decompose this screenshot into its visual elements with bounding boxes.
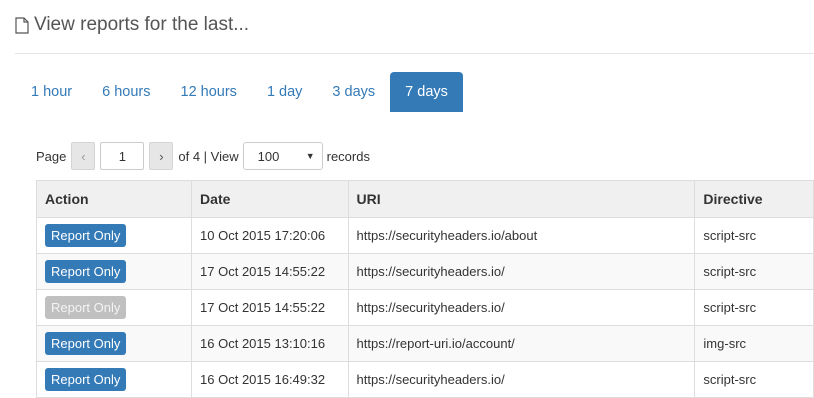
- date-cell: 17 Oct 2015 14:55:22: [191, 289, 349, 326]
- uri-cell: https://securityheaders.io/about: [347, 217, 696, 254]
- records-label: records: [326, 148, 370, 164]
- uri-cell: https://securityheaders.io/: [347, 361, 696, 398]
- column-header-date[interactable]: Date: [191, 180, 349, 218]
- tab-1-hour[interactable]: 1 hour: [16, 72, 87, 112]
- prev-page-button[interactable]: ‹: [71, 142, 96, 170]
- action-cell: Report Only: [35, 253, 193, 290]
- caret-down-icon: ▼: [305, 151, 315, 161]
- uri-cell: https://securityheaders.io/: [347, 289, 696, 326]
- action-cell: Report Only: [35, 217, 193, 254]
- directive-cell: script-src: [694, 289, 814, 326]
- tab-6-hours[interactable]: 6 hours: [87, 72, 165, 112]
- directive-cell: script-src: [694, 217, 814, 254]
- date-cell: 17 Oct 2015 14:55:22: [191, 253, 349, 290]
- directive-cell: script-src: [694, 253, 814, 290]
- report-only-button[interactable]: Report Only: [45, 368, 127, 391]
- report-only-button-disabled: Report Only: [45, 296, 127, 319]
- uri-cell: https://securityheaders.io/: [347, 253, 696, 290]
- action-cell: Report Only: [35, 289, 193, 326]
- report-only-button[interactable]: Report Only: [45, 332, 127, 355]
- date-cell: 16 Oct 2015 16:49:32: [191, 361, 349, 398]
- action-cell: Report Only: [35, 325, 193, 362]
- table-row: Report Only 16 Oct 2015 16:49:32 https:/…: [35, 361, 814, 398]
- divider: [15, 53, 814, 54]
- page-number-input[interactable]: [100, 142, 145, 170]
- records-per-page-select[interactable]: 100 ▼: [242, 142, 323, 170]
- table-row: Report Only 10 Oct 2015 17:20:06 https:/…: [35, 217, 814, 254]
- column-header-directive[interactable]: Directive: [694, 180, 814, 218]
- table-row: Report Only 17 Oct 2015 14:55:22 https:/…: [35, 289, 814, 326]
- table-row: Report Only 17 Oct 2015 14:55:22 https:/…: [35, 253, 814, 290]
- tab-7-days[interactable]: 7 days: [390, 72, 463, 112]
- document-icon: [15, 17, 29, 34]
- page-title: View reports for the last...: [34, 14, 250, 35]
- table-header-row: Action Date URI Directive: [35, 180, 814, 218]
- report-only-button[interactable]: Report Only: [45, 224, 127, 247]
- page-header: View reports for the last...: [15, 14, 249, 36]
- table-row: Report Only 16 Oct 2015 13:10:16 https:/…: [35, 325, 814, 362]
- records-per-page-value: 100: [257, 148, 280, 164]
- reports-table: Action Date URI Directive Report Only 10…: [35, 180, 814, 398]
- page-count-text: of 4 | View: [178, 148, 239, 164]
- uri-cell: https://report-uri.io/account/: [347, 325, 696, 362]
- page-label: Page: [36, 148, 67, 164]
- column-header-uri[interactable]: URI: [347, 180, 696, 218]
- pagination-bar: Page ‹ › of 4 | View 100 ▼ records: [36, 142, 370, 170]
- directive-cell: img-src: [694, 325, 814, 362]
- report-only-button[interactable]: Report Only: [45, 260, 127, 283]
- tab-3-days[interactable]: 3 days: [317, 72, 390, 112]
- tab-1-day[interactable]: 1 day: [252, 72, 317, 112]
- date-cell: 16 Oct 2015 13:10:16: [191, 325, 349, 362]
- tab-12-hours[interactable]: 12 hours: [166, 72, 252, 112]
- column-header-action[interactable]: Action: [35, 180, 193, 218]
- directive-cell: script-src: [694, 361, 814, 398]
- date-cell: 10 Oct 2015 17:20:06: [191, 217, 349, 254]
- action-cell: Report Only: [35, 361, 193, 398]
- time-range-tabs: 1 hour 6 hours 12 hours 1 day 3 days 7 d…: [16, 72, 463, 112]
- next-page-button[interactable]: ›: [149, 142, 174, 170]
